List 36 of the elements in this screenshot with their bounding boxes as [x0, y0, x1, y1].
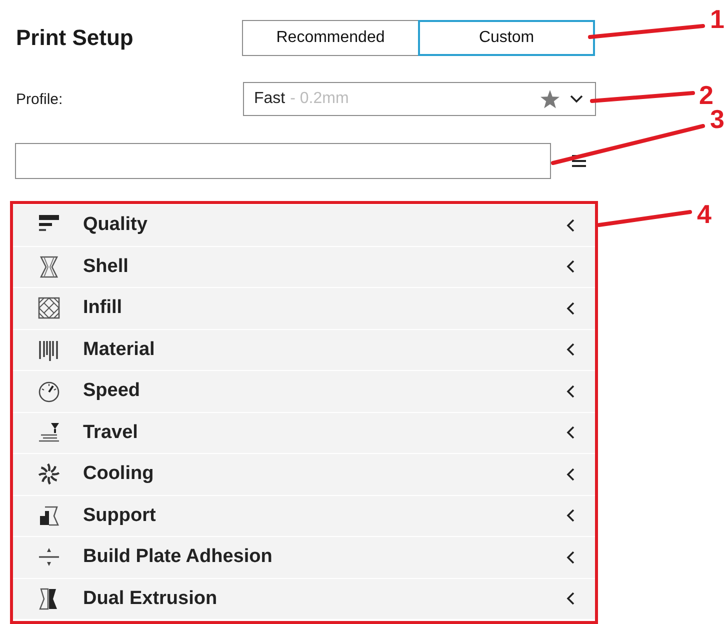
search-field[interactable] [15, 143, 551, 179]
category-row[interactable]: Build Plate Adhesion [13, 537, 595, 578]
category-label: Infill [83, 297, 122, 320]
category-label: Travel [83, 422, 138, 444]
category-row[interactable]: Material [13, 330, 595, 371]
category-row[interactable]: Support [13, 496, 595, 537]
fan-icon [37, 462, 61, 486]
category-label: Cooling [83, 463, 154, 486]
profile-label: Profile: [16, 90, 64, 108]
category-label: Material [83, 338, 155, 361]
category-row[interactable]: Speed [13, 371, 595, 412]
callout-number: 1 [710, 4, 724, 35]
category-row[interactable]: Travel [13, 412, 595, 454]
category-row[interactable]: Shell [13, 246, 595, 288]
category-label: Support [83, 504, 156, 527]
mode-tab[interactable]: Custom [418, 20, 595, 56]
category-row[interactable]: Cooling [13, 454, 595, 496]
mode-tab[interactable]: Recommended [242, 20, 419, 56]
category-label: Dual Extrusion [83, 588, 218, 610]
menu-icon[interactable] [572, 155, 586, 167]
callout-number: 4 [697, 199, 712, 230]
category-label: Build Plate Adhesion [83, 546, 272, 568]
category-label: Quality [83, 214, 148, 236]
star-icon[interactable] [540, 90, 560, 108]
gauge-icon [37, 379, 61, 404]
profile-dropdown[interactable]: Fast - 0.2mm [243, 82, 596, 116]
category-label: Shell [83, 256, 128, 278]
category-row[interactable]: Infill [13, 288, 595, 330]
category-row[interactable]: Dual Extrusion [13, 578, 595, 620]
category-row[interactable]: Quality [13, 205, 595, 246]
panel-title: Print Setup [16, 25, 134, 51]
grid-icon [37, 296, 61, 320]
support-icon [37, 504, 61, 528]
hourglass-icon [37, 254, 61, 279]
category-label: Speed [83, 380, 140, 402]
chevron-down-icon [570, 95, 583, 103]
